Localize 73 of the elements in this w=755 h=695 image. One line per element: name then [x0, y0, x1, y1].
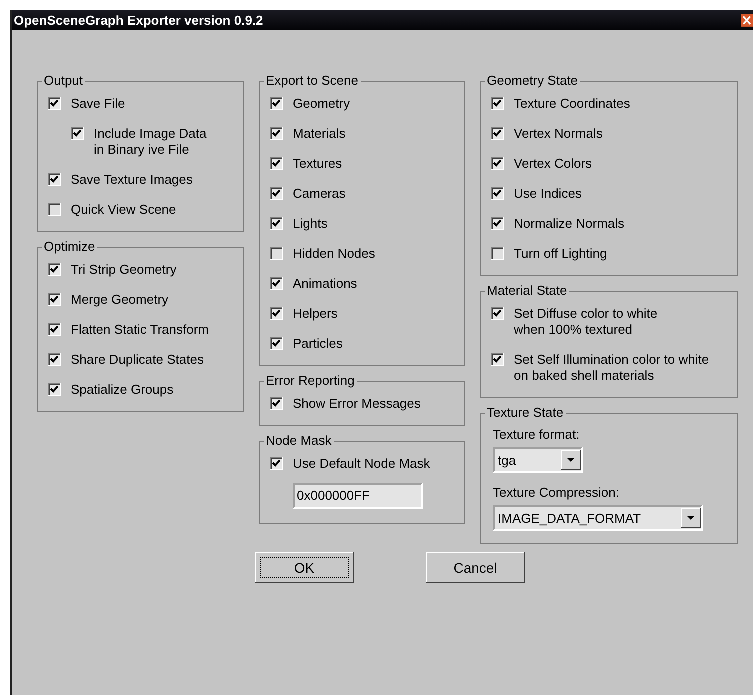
checkbox-label: Normalize Normals [514, 216, 625, 232]
checkbox-label: Lights [293, 216, 328, 232]
window-title: OpenSceneGraph Exporter version 0.9.2 [14, 12, 264, 28]
checkbox-label: Animations [293, 276, 358, 292]
group-title: Node Mask [265, 433, 333, 449]
checkbox-label: Particles [293, 336, 343, 352]
checkbox[interactable] [270, 247, 283, 260]
checkbox[interactable] [270, 187, 283, 200]
checkbox[interactable] [491, 353, 504, 366]
dropdown[interactable]: IMAGE_DATA_FORMAT [493, 505, 704, 531]
checkbox-label: Show Error Messages [293, 396, 421, 412]
checkbox[interactable] [491, 247, 504, 260]
checkbox-label: Use Default Node Mask [293, 456, 430, 472]
checkbox[interactable] [48, 383, 61, 396]
group-title: Error Reporting [265, 373, 356, 389]
group-title: Export to Scene [265, 73, 360, 89]
group-title: Material State [486, 283, 568, 299]
checkbox[interactable] [270, 457, 283, 470]
checkbox[interactable] [48, 97, 61, 110]
checkbox-label: Save Texture Images [71, 172, 193, 188]
checkbox-label: Helpers [293, 306, 338, 322]
checkbox-label: Quick View Scene [71, 202, 176, 218]
checkbox[interactable] [270, 217, 283, 230]
checkbox-label: Texture Coordinates [514, 96, 630, 112]
checkbox-label: Spatialize Groups [71, 382, 174, 398]
close-icon[interactable] [741, 12, 753, 28]
checkbox-label: Tri Strip Geometry [71, 262, 177, 278]
checkbox-label: Turn off Lighting [514, 246, 608, 262]
group-title: Texture State [486, 405, 565, 421]
checkbox[interactable] [270, 337, 283, 350]
group-title: Output [43, 73, 84, 89]
field-label: Texture format: [493, 427, 581, 443]
group-title: Optimize [43, 239, 96, 255]
checkbox[interactable] [491, 307, 504, 320]
checkbox-label: Include Image Data in Binary ive File [94, 126, 207, 158]
checkbox-label: Save File [71, 96, 126, 112]
checkbox[interactable] [48, 293, 61, 306]
dialog-button[interactable]: Cancel [426, 552, 525, 583]
checkbox[interactable] [270, 97, 283, 110]
checkbox-label: Hidden Nodes [293, 246, 376, 262]
checkbox[interactable] [270, 397, 283, 410]
checkbox-label: Textures [293, 156, 342, 172]
dialog-button[interactable]: OK [255, 552, 354, 583]
checkbox-label: Materials [293, 126, 346, 142]
checkbox[interactable] [270, 277, 283, 290]
checkbox[interactable] [491, 187, 504, 200]
dropdown[interactable]: tga [493, 447, 583, 473]
checkbox-label: Vertex Normals [514, 126, 603, 142]
checkbox[interactable] [48, 323, 61, 336]
checkbox-label: Merge Geometry [71, 292, 169, 308]
checkbox-label: Cameras [293, 186, 346, 202]
checkbox[interactable] [491, 127, 504, 140]
checkbox[interactable] [48, 353, 61, 366]
checkbox-label: Use Indices [514, 186, 582, 202]
field-label: Texture Compression: [493, 485, 620, 501]
checkbox-label: Geometry [293, 96, 350, 112]
checkbox[interactable] [270, 127, 283, 140]
checkbox[interactable] [48, 173, 61, 186]
node-mask-field[interactable]: 0x000000FF [293, 483, 423, 509]
checkbox[interactable] [491, 157, 504, 170]
checkbox-label: Vertex Colors [514, 156, 592, 172]
checkbox[interactable] [270, 307, 283, 320]
checkbox-label: Set Diffuse color to white when 100% textured [514, 306, 658, 338]
checkbox-label: Set Self Illumination color to white on baked shell materials [514, 352, 710, 384]
checkbox[interactable] [270, 157, 283, 170]
group-title: Geometry State [486, 73, 580, 89]
checkbox[interactable] [71, 127, 84, 140]
checkbox[interactable] [48, 263, 61, 276]
checkbox-label: Flatten Static Transform [71, 322, 209, 338]
checkbox[interactable] [48, 203, 61, 216]
checkbox[interactable] [491, 217, 504, 230]
checkbox-label: Share Duplicate States [71, 352, 204, 368]
checkbox[interactable] [491, 97, 504, 110]
